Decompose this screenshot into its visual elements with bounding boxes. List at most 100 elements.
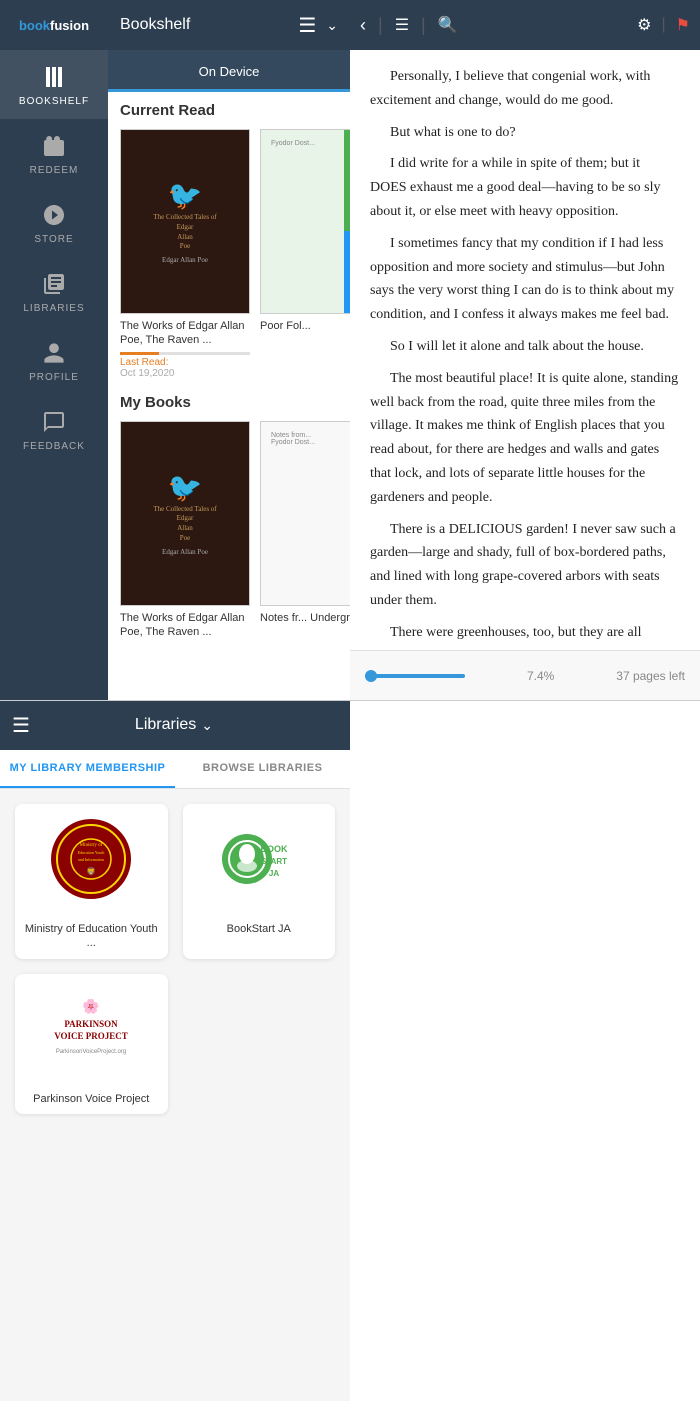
book-cover-poor: Fyodor Dost... [260,129,350,314]
reader-para-7: There is a DELICIOUS garden! I never saw… [370,518,680,613]
sidebar-item-feedback[interactable]: FEEDBACK [0,395,108,464]
svg-text:🌸: 🌸 [83,998,100,1015]
sidebar-label-bookshelf: BOOKSHELF [19,96,89,107]
sidebar-item-bookshelf[interactable]: BOOKSHELF [0,50,108,119]
last-read-date-poe: Oct 19,2020 [120,368,250,379]
svg-text:Ministry of: Ministry of [80,843,103,848]
menu-icon[interactable]: ☰ [298,13,316,38]
libraries-title: Libraries [135,716,196,734]
bookshelf-tabs: On Device [108,50,350,92]
current-read-section-title: Current Read [120,102,338,119]
poe-raven-my-icon: 🐦 [168,471,203,505]
svg-text:Education Youth: Education Youth [78,850,105,855]
book-card-poe-current[interactable]: 🐦 The Collected Tales ofEdgarAllanPoe Ed… [120,129,250,379]
sidebar-label-redeem: REDEEM [30,165,79,176]
ministry-logo-container: Ministry of Education Youth and Informat… [15,804,168,914]
svg-text:START: START [261,857,287,866]
bookshelf-main: Bookshelf ☰ ⌄ On Device Current Read 🐦 [108,0,350,700]
libraries-hamburger-icon[interactable]: ☰ [12,713,30,738]
reader-panel: ‹ | ☰ | 🔍 ⚙ | ⚑ Personally, I believe th… [350,0,700,700]
tab-my-library[interactable]: MY LIBRARY MEMBERSHIP [0,750,175,788]
progress-fill-poe [120,352,159,355]
reader-header: ‹ | ☰ | 🔍 ⚙ | ⚑ [350,0,700,50]
reader-para-5: So I will let it alone and talk about th… [370,335,680,359]
ministry-name: Ministry of Education Youth ... [15,914,168,959]
svg-text:and Information: and Information [78,857,104,862]
reader-settings-icon[interactable]: ⚙ [637,15,651,35]
ministry-logo: Ministry of Education Youth and Informat… [51,819,131,899]
reader-para-2: But what is one to do? [370,121,680,145]
bookshelf-title: Bookshelf [120,16,190,34]
reader-para-4: I sometimes fancy that my condition if I… [370,232,680,327]
tab-browse-libraries[interactable]: BROWSE LIBRARIES [175,750,350,788]
reader-divider-1: | [378,15,383,36]
reader-back-icon[interactable]: ‹ [360,15,366,36]
sidebar-label-libraries: LIBRARIES [23,303,84,314]
current-read-row: 🐦 The Collected Tales ofEdgarAllanPoe Ed… [120,129,338,379]
last-read-label-poe: Last Read: [120,357,250,368]
tab-on-device[interactable]: On Device [108,64,350,92]
reader-bookmark-icon[interactable]: ⚑ [676,15,690,35]
libraries-header: ☰ Libraries ⌄ [0,700,350,750]
reader-nav-icons: ‹ | ☰ | 🔍 [360,15,458,36]
book-title-notes-my: Notes fr... Undergr... [260,611,350,625]
reader-search-icon[interactable]: 🔍 [438,15,458,35]
reader-divider-3: | [662,16,666,34]
bookstart-name: BookStart JA [183,914,336,944]
book-card-notes-my[interactable]: Notes from... Fyodor Dost... Notes fr...… [260,421,350,640]
library-tabs: MY LIBRARY MEMBERSHIP BROWSE LIBRARIES [0,750,350,789]
book-cover-poe-my: 🐦 The Collected Tales ofEdgarAllanPoe Ed… [120,421,250,606]
store-icon [39,200,69,230]
reader-toc-icon[interactable]: ☰ [395,15,409,35]
parkinson-logo-container: 🌸 PARKINSON VOICE PROJECT ParkinsonVoice… [15,974,168,1084]
library-card-parkinson[interactable]: 🌸 PARKINSON VOICE PROJECT ParkinsonVoice… [15,974,168,1114]
progress-bar-poe [120,352,250,355]
my-books-section: My Books 🐦 The Collected Tales ofEdgarAl… [120,394,338,640]
profile-icon [39,338,69,368]
bookshelf-header: Bookshelf ☰ ⌄ [108,0,350,50]
reader-footer: 7.4% 37 pages left [350,650,700,700]
libraries-panel: ☰ Libraries ⌄ MY LIBRARY MEMBERSHIP BROW… [0,700,350,1401]
reader-pages-left: 37 pages left [616,669,685,683]
library-grid: Ministry of Education Youth and Informat… [0,789,350,1129]
reading-progress-slider[interactable] [365,674,465,678]
reader-progress-percent: 7.4% [527,669,554,683]
my-books-row: 🐦 The Collected Tales ofEdgarAllanPoe Ed… [120,421,338,640]
bookshelf-icon [39,62,69,92]
svg-text:BOOK: BOOK [260,844,288,854]
sidebar-label-store: STORE [34,234,73,245]
book-title-poe-my: The Works of Edgar Allan Poe, The Raven … [120,611,250,640]
svg-text:PARKINSON: PARKINSON [65,1019,119,1029]
poe-raven-icon: 🐦 [168,179,203,213]
reader-content: Personally, I believe that congenial wor… [350,50,700,650]
sidebar: bookfusion BOOKSHELF REDEEM STORE [0,0,108,700]
sidebar-item-profile[interactable]: PROFILE [0,326,108,395]
progress-thumb [365,670,377,682]
reader-para-1: Personally, I believe that congenial wor… [370,65,680,113]
chevron-down-icon[interactable]: ⌄ [326,17,338,34]
library-card-ministry[interactable]: Ministry of Education Youth and Informat… [15,804,168,959]
parkinson-name: Parkinson Voice Project [15,1084,168,1114]
sidebar-item-redeem[interactable]: REDEEM [0,119,108,188]
libraries-icon [39,269,69,299]
library-card-bookstart[interactable]: BOOK START JA BookStart JA [183,804,336,959]
bookstart-logo-container: BOOK START JA [183,804,336,914]
sidebar-item-store[interactable]: STORE [0,188,108,257]
book-card-poe-my[interactable]: 🐦 The Collected Tales ofEdgarAllanPoe Ed… [120,421,250,640]
book-cover-notes: Notes from... Fyodor Dost... [260,421,350,606]
libraries-chevron-icon[interactable]: ⌄ [201,717,213,734]
bookshelf-content: Current Read 🐦 The Collected Tales ofEdg… [108,92,350,700]
sidebar-item-libraries[interactable]: LIBRARIES [0,257,108,326]
svg-text:ParkinsonVoiceProject.org: ParkinsonVoiceProject.org [56,1049,126,1055]
svg-text:VOICE PROJECT: VOICE PROJECT [54,1031,128,1041]
app-logo: bookfusion [0,0,108,50]
book-card-poor-current[interactable]: Fyodor Dost... Poor Fol... [260,129,350,379]
redeem-icon [39,131,69,161]
svg-text:JA: JA [269,869,279,878]
feedback-icon [39,407,69,437]
sidebar-label-profile: PROFILE [29,372,79,383]
reader-divider-2: | [421,15,426,36]
book-cover-poe: 🐦 The Collected Tales ofEdgarAllanPoe Ed… [120,129,250,314]
sidebar-label-feedback: FEEDBACK [23,441,85,452]
reader-para-6: The most beautiful place! It is quite al… [370,367,680,510]
